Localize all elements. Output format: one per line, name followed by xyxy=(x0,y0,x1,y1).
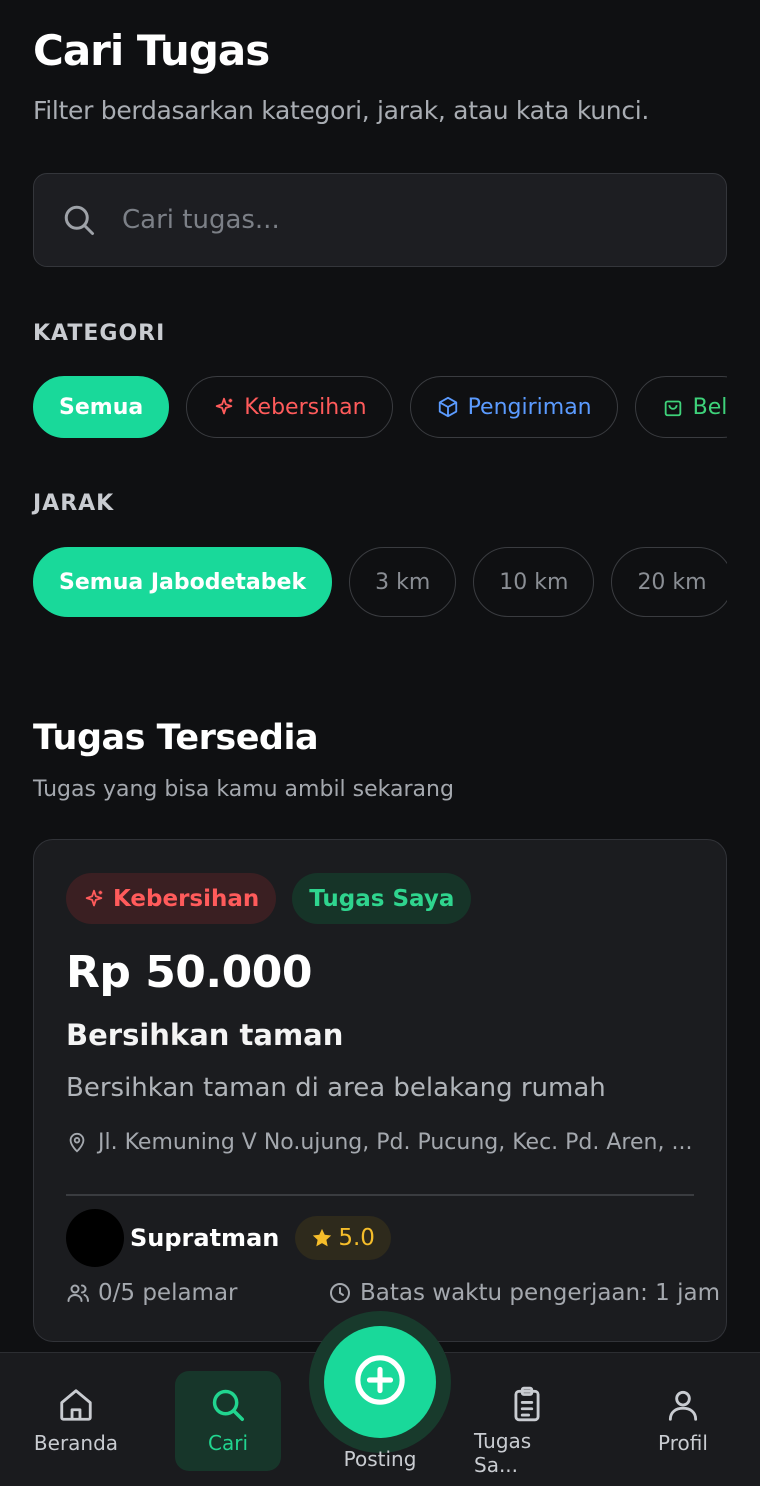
category-section-label: KATEGORI xyxy=(33,321,166,346)
sparkle-icon xyxy=(212,395,236,419)
category-chip-pengiriman[interactable]: Pengiriman xyxy=(409,376,618,438)
avatar xyxy=(66,1209,124,1267)
category-chip-kebersihan[interactable]: Kebersihan xyxy=(186,376,393,438)
task-tags: Kebersihan Tugas Saya xyxy=(66,873,472,924)
distance-chip-20km[interactable]: 20 km xyxy=(611,547,727,617)
category-tag-label: Kebersihan xyxy=(113,885,260,912)
user-icon xyxy=(663,1385,703,1425)
task-location: Jl. Kemuning V No.ujung, Pd. Pucung, Kec… xyxy=(66,1130,696,1155)
rating-badge: 5.0 xyxy=(295,1216,391,1260)
chip-label: 10 km xyxy=(499,569,569,595)
distance-filter-row[interactable]: Semua Jabodetabek 3 km 10 km 20 km xyxy=(33,546,727,618)
poster-info: Supratman 5.0 xyxy=(66,1209,391,1267)
applicants-info: 0/5 pelamar xyxy=(66,1280,238,1306)
nav-item-cari[interactable]: Cari xyxy=(175,1371,281,1471)
distance-chip-3km[interactable]: 3 km xyxy=(349,547,457,617)
search-icon xyxy=(208,1385,248,1425)
chip-label: 20 km xyxy=(637,569,707,595)
deadline-info: Batas waktu pengerjaan: 1 jam xyxy=(328,1280,720,1306)
posting-label: Posting xyxy=(343,1447,417,1471)
chip-label: Pengiriman xyxy=(467,394,592,420)
section-subtitle: Tugas yang bisa kamu ambil sekarang xyxy=(33,777,454,802)
chip-label: Kebersihan xyxy=(244,394,367,420)
task-card[interactable]: Kebersihan Tugas Saya Rp 50.000 Bersihka… xyxy=(33,839,727,1342)
distance-section-label: JARAK xyxy=(33,491,115,516)
owner-tag: Tugas Saya xyxy=(292,873,472,924)
divider xyxy=(66,1194,694,1196)
chip-label: 3 km xyxy=(375,569,431,595)
category-chip-belanja[interactable]: Bel xyxy=(634,376,727,438)
location-text: Jl. Kemuning V No.ujung, Pd. Pucung, Kec… xyxy=(98,1130,693,1155)
shopping-bag-icon xyxy=(661,395,685,419)
sparkle-icon xyxy=(83,887,107,911)
nav-item-beranda[interactable]: Beranda xyxy=(23,1371,129,1471)
search-input[interactable] xyxy=(122,205,682,235)
nav-item-profil[interactable]: Profil xyxy=(630,1371,736,1471)
posting-button[interactable] xyxy=(324,1326,436,1438)
task-title: Bersihkan taman xyxy=(66,1018,344,1052)
box-icon xyxy=(436,395,460,419)
rating-value: 5.0 xyxy=(338,1225,375,1251)
search-icon xyxy=(60,201,98,239)
clipboard-icon xyxy=(507,1385,547,1423)
search-bar[interactable] xyxy=(33,173,727,267)
nav-label: Beranda xyxy=(33,1431,119,1455)
category-chip-semua[interactable]: Semua xyxy=(33,376,170,438)
page-title: Cari Tugas xyxy=(33,26,270,75)
task-price: Rp 50.000 xyxy=(66,947,313,998)
clock-icon xyxy=(328,1281,352,1305)
category-tag: Kebersihan xyxy=(66,873,277,924)
nav-label: Cari xyxy=(208,1431,248,1455)
deadline-text: Batas waktu pengerjaan: 1 jam xyxy=(360,1280,720,1306)
star-icon xyxy=(311,1227,333,1249)
nav-label: Tugas Sa... xyxy=(474,1429,532,1477)
distance-chip-all[interactable]: Semua Jabodetabek xyxy=(33,547,333,617)
nav-label: Profil xyxy=(658,1431,708,1455)
distance-chip-10km[interactable]: 10 km xyxy=(473,547,595,617)
home-icon xyxy=(56,1385,96,1425)
plus-circle-icon xyxy=(352,1352,408,1412)
users-icon xyxy=(66,1281,90,1305)
chip-label: Bel xyxy=(692,394,727,420)
applicants-count: 0/5 pelamar xyxy=(98,1280,238,1306)
poster-name: Supratman xyxy=(130,1224,280,1252)
category-filter-row[interactable]: Semua Kebersihan Pengiriman Bel xyxy=(33,374,727,440)
chip-label: Semua xyxy=(59,394,144,420)
chip-label: Semua Jabodetabek xyxy=(59,569,307,595)
page-subtitle: Filter berdasarkan kategori, jarak, atau… xyxy=(33,96,650,125)
task-description: Bersihkan taman di area belakang rumah xyxy=(66,1073,606,1103)
section-title: Tugas Tersedia xyxy=(33,718,319,758)
nav-item-tugas-saya[interactable]: Tugas Sa... xyxy=(474,1371,580,1477)
map-pin-icon xyxy=(66,1131,90,1155)
